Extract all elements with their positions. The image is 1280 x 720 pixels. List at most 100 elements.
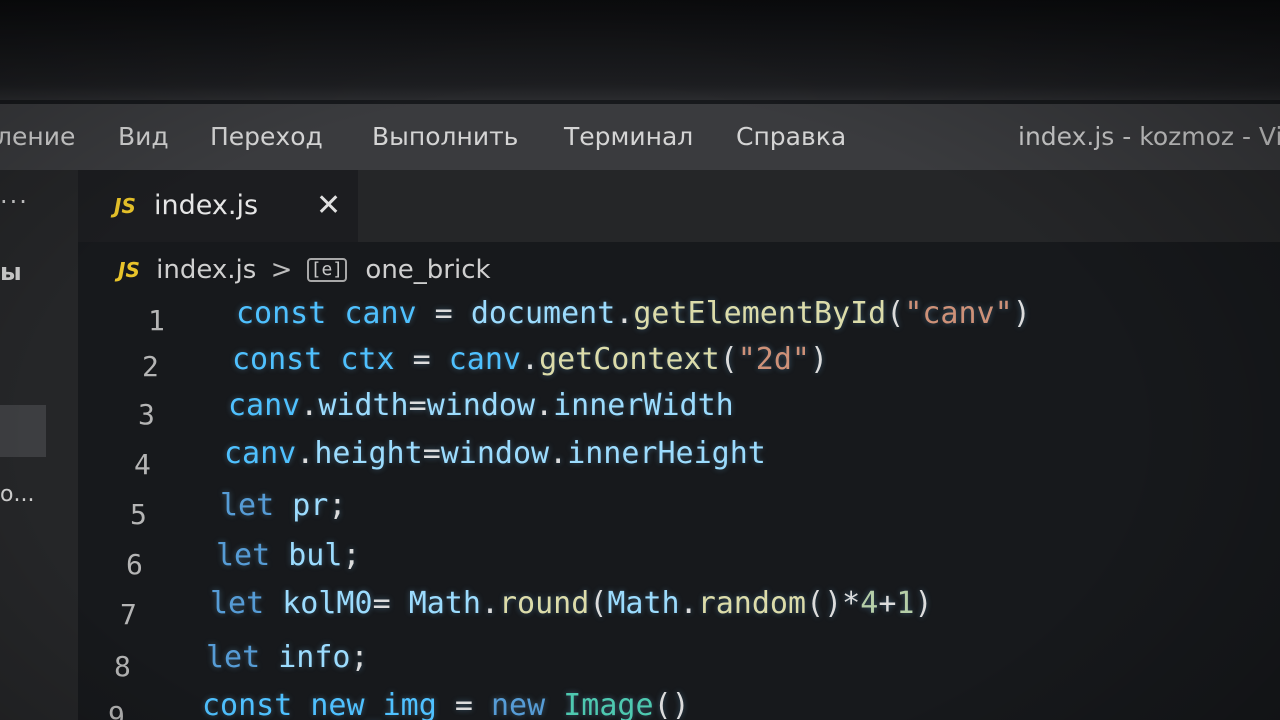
code-token: ) — [810, 342, 829, 377]
code-token: = — [372, 586, 409, 621]
screen-bezel — [0, 0, 1280, 100]
line-number: 4 — [134, 448, 151, 481]
breadcrumb-file[interactable]: index.js — [156, 255, 256, 285]
code-token: . — [300, 388, 319, 423]
menu-item-run[interactable]: Выполнить — [372, 122, 518, 151]
code-token: = — [416, 296, 471, 331]
code-token: 1 — [896, 586, 915, 621]
code-token: . — [535, 388, 554, 423]
code-token: . — [679, 586, 698, 621]
line-number: 2 — [142, 350, 159, 383]
monitor-screen: ление Вид Переход Выполнить Терминал Спр… — [0, 0, 1280, 720]
code-token: = — [394, 342, 449, 377]
code-token: getElementById — [633, 296, 887, 331]
code-line[interactable]: const canv = document.getElementById("ca… — [236, 296, 1031, 331]
line-number: 7 — [120, 598, 137, 631]
code-token: height — [314, 436, 423, 471]
line-number: 8 — [114, 650, 131, 683]
code-editor[interactable]: 1 const canv = document.getElementById("c… — [78, 290, 1280, 720]
menu-item-view[interactable]: Вид — [118, 122, 169, 151]
breadcrumb-symbol[interactable]: one_brick — [365, 255, 490, 285]
code-token: Image — [563, 688, 654, 720]
code-token: let — [206, 640, 261, 675]
code-token: . — [296, 436, 315, 471]
tab-label: index.js — [154, 190, 259, 221]
code-token: ) — [914, 586, 933, 621]
code-line[interactable]: const ctx = canv.getContext("2d") — [232, 342, 828, 377]
code-token: ; — [342, 538, 361, 573]
code-token: const — [202, 688, 293, 720]
code-token: = — [408, 388, 427, 423]
code-line[interactable]: const new_img = new Image() — [202, 688, 690, 720]
code-token: canv — [224, 436, 297, 471]
code-token: + — [878, 586, 897, 621]
code-token: "2d" — [737, 342, 810, 377]
editor-tab-bar: JS index.js ✕ — [78, 170, 1280, 242]
code-token: = — [436, 688, 491, 720]
code-line[interactable]: let bul; — [216, 538, 361, 573]
line-number: 6 — [126, 548, 143, 581]
code-token: ( — [886, 296, 905, 331]
code-token: . — [480, 586, 499, 621]
code-token: ) — [1012, 296, 1031, 331]
code-token: random — [697, 586, 807, 621]
code-token: ctx — [340, 342, 395, 377]
code-token: width — [318, 388, 409, 423]
code-token: let — [216, 538, 271, 573]
menu-item-go[interactable]: Переход — [210, 122, 323, 151]
code-token: canv — [448, 342, 521, 377]
tab-index-js[interactable]: JS index.js ✕ — [78, 170, 358, 242]
code-token: . — [521, 342, 540, 377]
code-token: let — [220, 488, 275, 523]
code-token: getContext — [539, 342, 720, 377]
code-line[interactable]: canv.width=window.innerWidth — [228, 388, 734, 423]
code-line[interactable]: canv.height=window.innerHeight — [224, 436, 766, 471]
code-token: 4 — [860, 586, 879, 621]
chevron-right-icon: > — [270, 254, 293, 285]
close-icon[interactable]: ✕ — [316, 188, 341, 223]
line-number: 1 — [148, 304, 165, 337]
code-token: Math — [607, 586, 680, 621]
breadcrumb: JS index.js > [e] one_brick — [118, 254, 491, 286]
line-number: 3 — [138, 398, 155, 431]
code-token: kolM0 — [282, 586, 373, 621]
menu-item-terminal[interactable]: Терминал — [564, 122, 693, 151]
code-token: round — [499, 586, 590, 621]
code-token: info — [278, 640, 351, 675]
code-token: ()* — [806, 586, 861, 621]
code-token: new — [491, 688, 546, 720]
code-token: ( — [589, 586, 608, 621]
sidebar-truncated-item[interactable]: о... — [0, 482, 34, 507]
code-token: innerHeight — [567, 436, 766, 471]
code-line[interactable]: let kolM0= Math.round(Math.random()*4+1) — [210, 586, 933, 621]
code-token: ( — [719, 342, 738, 377]
code-token: . — [615, 296, 634, 331]
code-token: Math — [408, 586, 481, 621]
code-line[interactable]: let info; — [206, 640, 369, 675]
code-token: const — [232, 342, 323, 377]
code-token: canv — [344, 296, 417, 331]
menu-bar: ление Вид Переход Выполнить Терминал Спр… — [0, 104, 1280, 170]
menu-item-edit[interactable]: ление — [0, 122, 75, 151]
more-actions-icon[interactable]: ··· — [0, 188, 29, 216]
window-title: index.js - kozmoz - Visu — [1018, 122, 1280, 151]
code-token: new_img — [310, 688, 437, 720]
code-token: window — [440, 436, 550, 471]
code-token: . — [549, 436, 568, 471]
menu-item-help[interactable]: Справка — [736, 122, 846, 151]
code-line[interactable]: let pr; — [220, 488, 346, 523]
javascript-file-icon: JS — [114, 194, 136, 218]
sidebar-selected-item[interactable] — [0, 405, 46, 457]
sidebar-section-label: ы — [0, 258, 22, 286]
symbol-variable-icon: [e] — [306, 257, 348, 282]
code-token: () — [653, 688, 690, 720]
javascript-file-icon: JS — [118, 257, 140, 282]
